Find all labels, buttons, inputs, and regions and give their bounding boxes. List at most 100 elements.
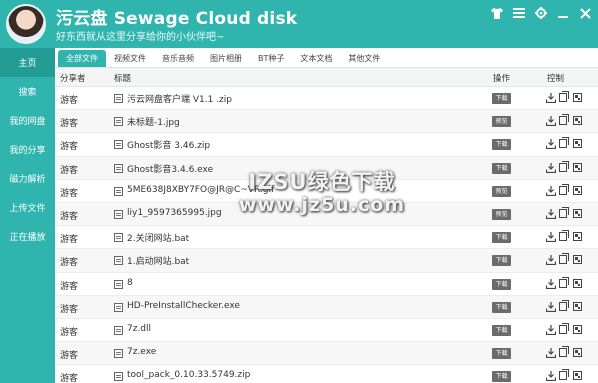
row-action-button[interactable]: 下载: [492, 371, 511, 383]
copy-icon[interactable]: [559, 160, 569, 173]
tab-all-files[interactable]: 全部文件: [58, 50, 106, 67]
table-row[interactable]: 游客 8 下载: [55, 273, 598, 296]
row-action-button[interactable]: 下载: [492, 278, 511, 290]
copy-icon[interactable]: [559, 230, 569, 242]
row-action-button[interactable]: 下载: [492, 232, 511, 244]
sidebar-item-home[interactable]: 主页: [0, 48, 55, 77]
watermark-line2: www.jz5u.com: [238, 194, 406, 216]
close-icon[interactable]: [578, 6, 592, 20]
row-action-button[interactable]: 下载: [492, 348, 511, 360]
sidebar-item-now-playing[interactable]: 正在播放: [0, 222, 55, 251]
download-icon[interactable]: [545, 324, 557, 335]
qr-code-icon[interactable]: [573, 371, 583, 381]
sidebar-item-my-shares[interactable]: 我的分享: [0, 135, 55, 164]
qr-code-icon[interactable]: [573, 208, 583, 219]
copy-icon[interactable]: [559, 183, 569, 196]
row-file-name[interactable]: HD-PreInstallChecker.exe: [127, 301, 240, 311]
row-action-button[interactable]: 下载: [492, 301, 511, 313]
table-row[interactable]: 游客 HD-PreInstallChecker.exe 下载: [55, 295, 598, 319]
copy-icon[interactable]: [559, 253, 569, 265]
download-icon[interactable]: [545, 93, 557, 104]
copy-icon[interactable]: [559, 91, 569, 103]
row-file-name[interactable]: 污云网盘客户端 V1.1 .zip: [127, 92, 232, 105]
table-row[interactable]: 游客 1.启动网站.bat 下载: [55, 249, 598, 273]
row-action-button[interactable]: 下载: [492, 139, 511, 151]
qr-code-icon[interactable]: [573, 232, 583, 242]
sidebar-item-my-disk[interactable]: 我的网盘: [0, 106, 55, 135]
download-icon[interactable]: [545, 278, 557, 289]
copy-icon[interactable]: [559, 206, 569, 219]
qr-code-icon[interactable]: [573, 162, 583, 173]
table-row[interactable]: 游客 2.关闭网站.bat 下载: [55, 226, 598, 250]
row-file-name[interactable]: 7z.exe: [127, 347, 156, 357]
copy-icon[interactable]: [559, 276, 569, 289]
qr-code-icon[interactable]: [573, 278, 583, 289]
copy-icon[interactable]: [559, 369, 569, 381]
row-file-name[interactable]: 7z.dll: [127, 324, 151, 334]
download-icon[interactable]: [545, 371, 557, 382]
tab-images[interactable]: 图片相册: [202, 50, 250, 67]
table-row[interactable]: 游客 Ghost影音 3.46.zip 下载: [55, 133, 598, 157]
row-file-name[interactable]: 2.关闭网站.bat: [127, 231, 189, 244]
row-file-name[interactable]: tool_pack_0.10.33.5749.zip: [127, 370, 250, 380]
table-row[interactable]: 游客 未标题-1.jpg 预览: [55, 110, 598, 134]
minimize-icon[interactable]: [556, 6, 570, 20]
sidebar-item-upload[interactable]: 上传文件: [0, 193, 55, 222]
row-file-name[interactable]: liy1_9597365995.jpg: [127, 208, 222, 218]
table-row[interactable]: 游客 污云网盘客户端 V1.1 .zip 下载: [55, 87, 598, 111]
download-icon[interactable]: [545, 301, 557, 312]
copy-icon[interactable]: [559, 346, 569, 358]
download-icon[interactable]: [545, 162, 557, 173]
row-file-name[interactable]: 1.启动网站.bat: [127, 254, 189, 267]
qr-code-icon[interactable]: [573, 139, 583, 149]
qr-code-icon[interactable]: [573, 324, 583, 335]
row-file-name[interactable]: Ghost影音 3.46.zip: [127, 138, 210, 151]
column-header-ops: 操作: [493, 74, 511, 84]
sidebar-item-search[interactable]: 搜索: [0, 77, 55, 106]
row-action-button[interactable]: 下载: [492, 162, 511, 174]
tab-bt[interactable]: BT种子: [250, 50, 292, 67]
gear-icon[interactable]: [534, 6, 548, 20]
download-icon[interactable]: [545, 255, 557, 266]
copy-icon[interactable]: [559, 299, 569, 312]
row-sharer: 游客: [60, 96, 79, 106]
row-file-name[interactable]: Ghost影音3.4.6.exe: [127, 162, 213, 175]
download-icon[interactable]: [545, 139, 557, 150]
tab-text[interactable]: 文本文档: [292, 50, 340, 67]
qr-code-icon[interactable]: [573, 185, 583, 196]
copy-icon[interactable]: [559, 137, 569, 149]
table-row[interactable]: 游客 7z.dll 下载: [55, 319, 598, 343]
row-action-button[interactable]: 预览: [492, 116, 511, 128]
tab-video[interactable]: 视频文件: [106, 50, 154, 67]
avatar[interactable]: [6, 4, 46, 44]
copy-icon[interactable]: [559, 114, 569, 126]
download-icon[interactable]: [545, 116, 557, 127]
row-action-button[interactable]: 下载: [492, 324, 511, 336]
shirt-icon[interactable]: [490, 6, 504, 20]
file-icon: [114, 372, 123, 382]
qr-code-icon[interactable]: [573, 301, 583, 312]
download-icon[interactable]: [545, 232, 557, 243]
download-icon[interactable]: [545, 208, 557, 220]
qr-code-icon[interactable]: [573, 116, 583, 126]
column-header-ctrl: 控制: [547, 74, 565, 84]
copy-icon[interactable]: [559, 322, 569, 335]
row-action-button[interactable]: 预览: [492, 185, 511, 197]
tab-other[interactable]: 其他文件: [340, 50, 388, 67]
qr-code-icon[interactable]: [573, 255, 583, 265]
row-action-button[interactable]: 预览: [492, 208, 511, 220]
download-icon[interactable]: [545, 185, 557, 196]
file-icon: [114, 256, 123, 266]
download-icon[interactable]: [545, 348, 557, 359]
qr-code-icon[interactable]: [573, 348, 583, 358]
qr-code-icon[interactable]: [573, 93, 583, 103]
row-action-button[interactable]: 下载: [492, 93, 511, 104]
table-row[interactable]: 游客 7z.exe 下载: [55, 342, 598, 366]
table-row[interactable]: 游客 tool_pack_0.10.33.5749.zip 下载: [55, 365, 598, 383]
sidebar-item-magnet[interactable]: 磁力解析: [0, 164, 55, 193]
tab-audio[interactable]: 音乐音频: [154, 50, 202, 67]
row-file-name[interactable]: 未标题-1.jpg: [127, 115, 180, 128]
menu-icon[interactable]: [512, 6, 526, 20]
row-action-button[interactable]: 下载: [492, 255, 511, 267]
row-file-name[interactable]: 8: [127, 278, 133, 288]
